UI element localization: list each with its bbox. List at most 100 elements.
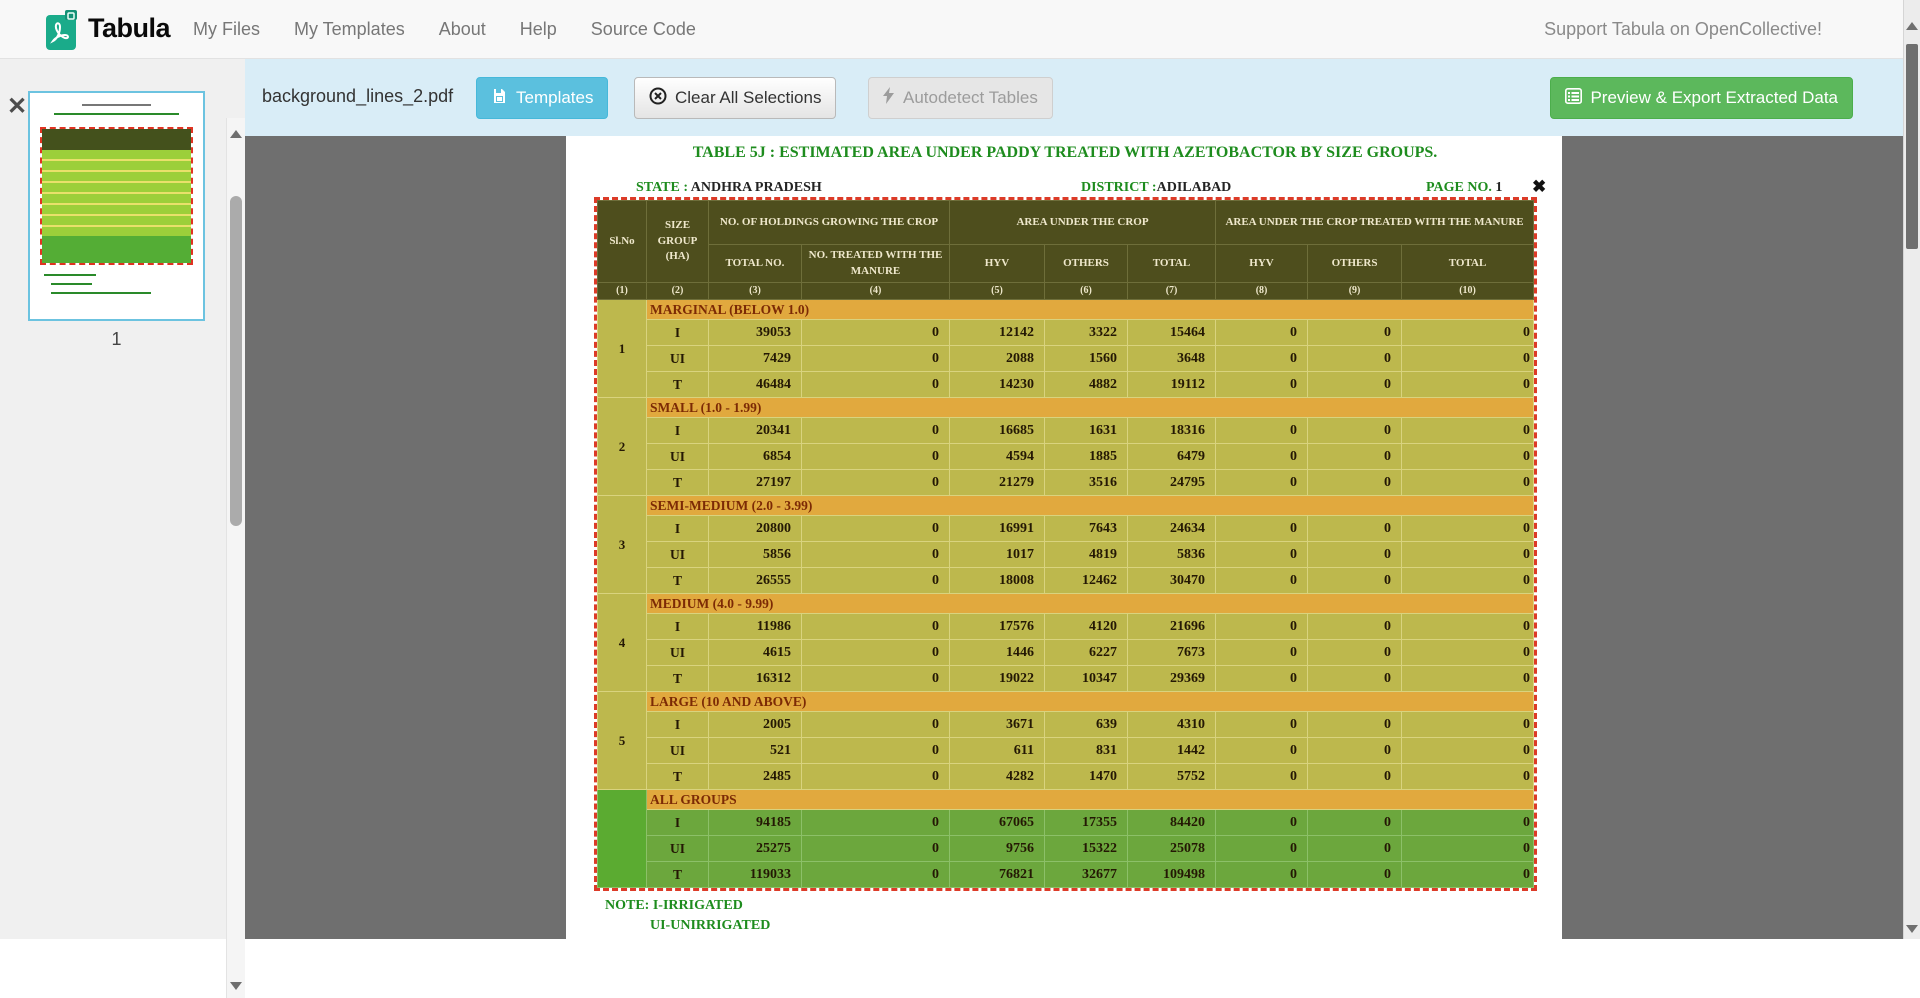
table-cell: 0 <box>1308 320 1402 346</box>
row-type-cell: I <box>647 614 709 640</box>
table-cell: 4594 <box>950 444 1045 470</box>
table-row: I941850670651735584420000 <box>598 810 1534 836</box>
selection-close-icon[interactable]: ✖ <box>1532 178 1546 195</box>
table-cell: 1560 <box>1045 346 1128 372</box>
table-cell: 12462 <box>1045 568 1128 594</box>
page-no-value: 1 <box>1495 180 1502 195</box>
table-cell: 16685 <box>950 418 1045 444</box>
autodetect-button-label: Autodetect Tables <box>903 88 1038 108</box>
preview-export-button[interactable]: Preview & Export Extracted Data <box>1550 77 1853 119</box>
table-cell: 1017 <box>950 542 1045 568</box>
table-row: I11986017576412021696000 <box>598 614 1534 640</box>
brand-title[interactable]: Tabula <box>88 13 170 44</box>
table-cell: 3648 <box>1128 346 1216 372</box>
header-area-treated-group: AREA UNDER THE CROP TREATED WITH THE MAN… <box>1216 201 1534 245</box>
top-navbar: Tabula My Files My Templates About Help … <box>0 0 1920 59</box>
sidebar-scroll-up-arrow-icon[interactable] <box>230 130 242 138</box>
table-cell: 4615 <box>709 640 802 666</box>
table-cell: 0 <box>1402 346 1534 372</box>
page-1-thumbnail[interactable] <box>28 91 205 321</box>
pdf-table-title: TABLE 5J : ESTIMATED AREA UNDER PADDY TR… <box>597 144 1533 162</box>
size-group-band: LARGE (10 AND ABOVE) <box>647 692 1534 712</box>
main-scrollbar[interactable] <box>1903 0 1920 939</box>
clear-all-selections-button[interactable]: Clear All Selections <box>634 77 836 119</box>
state-line: STATE : ANDHRA PRADESH <box>636 180 822 196</box>
thumb-note-line-2 <box>51 283 93 285</box>
table-cell: 0 <box>1216 542 1308 568</box>
table-row: 5LARGE (10 AND ABOVE) <box>598 692 1534 712</box>
autodetect-tables-button[interactable]: Autodetect Tables <box>868 77 1053 119</box>
templates-button[interactable]: Templates <box>476 77 608 119</box>
table-cell: 0 <box>1308 516 1402 542</box>
header-col-number: (3) <box>709 283 802 300</box>
sidebar-scrollbar[interactable] <box>226 118 245 998</box>
nav-item-source-code[interactable]: Source Code <box>574 19 713 40</box>
pdf-viewer-area: TABLE 5J : ESTIMATED AREA UNDER PADDY TR… <box>245 136 1920 939</box>
support-link[interactable]: Support Tabula on OpenCollective! <box>1544 19 1822 40</box>
nav-item-my-templates[interactable]: My Templates <box>277 19 422 40</box>
table-cell: 0 <box>802 666 950 692</box>
table-cell: 119033 <box>709 862 802 888</box>
header-subcolumn: TOTAL <box>1128 245 1216 283</box>
sidebar-scrollbar-thumb[interactable] <box>230 196 242 526</box>
table-cell: 67065 <box>950 810 1045 836</box>
thumb-table-header <box>42 129 190 150</box>
table-cell: 0 <box>1402 372 1534 398</box>
table-cell: 10347 <box>1045 666 1128 692</box>
sidebar-scroll-down-arrow-icon[interactable] <box>230 982 242 990</box>
table-cell: 0 <box>1216 836 1308 862</box>
table-selection-overlay[interactable]: Sl.NoSIZE GROUP (HA)NO. OF HOLDINGS GROW… <box>594 197 1537 891</box>
table-cell: 0 <box>1402 764 1534 790</box>
table-cell: 12142 <box>950 320 1045 346</box>
main-scrollbar-thumb[interactable] <box>1906 44 1918 249</box>
table-cell: 0 <box>1402 568 1534 594</box>
state-label: STATE : <box>636 180 691 195</box>
row-type-cell: T <box>647 372 709 398</box>
table-row: T27197021279351624795000 <box>598 470 1534 496</box>
row-type-cell: T <box>647 764 709 790</box>
thumbnail-page-number: 1 <box>28 329 205 350</box>
header-subcolumn: OTHERS <box>1045 245 1128 283</box>
table-cell: 0 <box>1402 516 1534 542</box>
table-cell: 0 <box>1402 614 1534 640</box>
nav-item-about[interactable]: About <box>422 19 503 40</box>
table-cell: 0 <box>1216 810 1308 836</box>
nav-item-help[interactable]: Help <box>503 19 574 40</box>
table-cell: 0 <box>1308 640 1402 666</box>
table-cell: 1470 <box>1045 764 1128 790</box>
table-cell: 0 <box>1308 764 1402 790</box>
table-cell: 25078 <box>1128 836 1216 862</box>
header-size-group: SIZE GROUP (HA) <box>647 201 709 283</box>
table-row: T24850428214705752000 <box>598 764 1534 790</box>
table-cell: 831 <box>1045 738 1128 764</box>
table-cell: 0 <box>1308 862 1402 888</box>
main-scroll-down-arrow-icon[interactable] <box>1906 925 1918 933</box>
table-cell: 0 <box>802 640 950 666</box>
slno-cell: 2 <box>598 398 647 496</box>
page-thumbnail-sidebar: ✕ 1 <box>0 59 245 939</box>
table-cell: 0 <box>1308 372 1402 398</box>
table-cell: 76821 <box>950 862 1045 888</box>
main-scroll-up-arrow-icon[interactable] <box>1906 22 1918 30</box>
slno-cell: 3 <box>598 496 647 594</box>
table-cell: 0 <box>1402 470 1534 496</box>
table-cell: 18316 <box>1128 418 1216 444</box>
table-cell: 7429 <box>709 346 802 372</box>
table-cell: 0 <box>1216 862 1308 888</box>
nav-item-my-files[interactable]: My Files <box>176 19 277 40</box>
document-toolbar: background_lines_2.pdf Templates Clear A… <box>245 59 1920 136</box>
remove-page-icon[interactable]: ✕ <box>7 95 27 119</box>
table-row: UI25275097561532225078000 <box>598 836 1534 862</box>
table-cell: 0 <box>1402 712 1534 738</box>
district-value: ADILABAD <box>1157 180 1232 195</box>
table-cell: 0 <box>802 320 950 346</box>
size-group-band: ALL GROUPS <box>647 790 1534 810</box>
table-cell: 0 <box>802 346 950 372</box>
table-row: UI74290208815603648000 <box>598 346 1534 372</box>
table-cell: 0 <box>1402 542 1534 568</box>
table-cell: 0 <box>802 470 950 496</box>
header-col-number: (6) <box>1045 283 1128 300</box>
table-cell: 0 <box>1216 320 1308 346</box>
table-cell: 21696 <box>1128 614 1216 640</box>
table-cell: 611 <box>950 738 1045 764</box>
